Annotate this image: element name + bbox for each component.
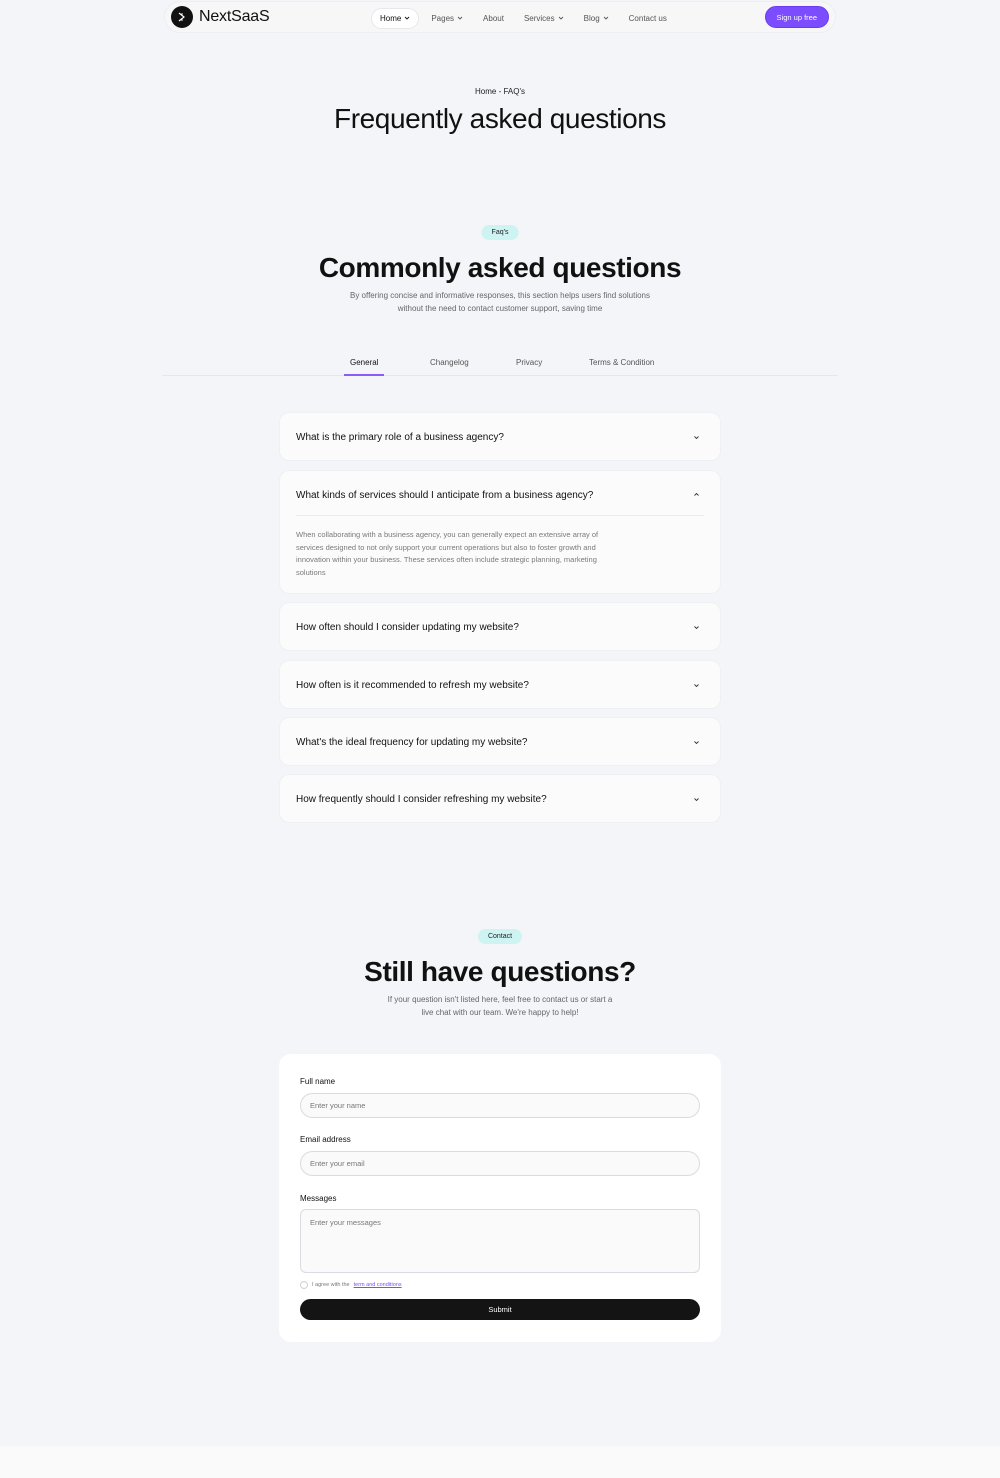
logo-icon bbox=[171, 6, 193, 28]
chevron-down-icon[interactable] bbox=[693, 796, 700, 803]
email-input[interactable]: Enter your email bbox=[300, 1151, 700, 1176]
chevron-up-icon[interactable] bbox=[693, 491, 700, 498]
faq-question: What is the primary role of a business a… bbox=[296, 432, 504, 443]
faq-question: What kinds of services should I anticipa… bbox=[296, 490, 594, 501]
brand-logo[interactable]: NextSaaS bbox=[171, 6, 270, 28]
faq-question: What's the ideal frequency for updating … bbox=[296, 737, 528, 748]
faq-section-title: Commonly asked questions bbox=[318, 252, 682, 283]
full-name-label: Full name bbox=[300, 1077, 336, 1086]
chevron-down-icon[interactable] bbox=[693, 434, 700, 441]
nav-item-contact[interactable]: Contact us bbox=[621, 9, 675, 28]
nav-links: Home Pages About Services Blog Contact u… bbox=[371, 2, 679, 34]
breadcrumb[interactable]: Home - FAQ's bbox=[0, 87, 1000, 96]
contact-badge: Contact bbox=[477, 929, 523, 944]
chevron-down-icon bbox=[603, 16, 608, 20]
contact-section-title: Still have questions? bbox=[364, 956, 636, 987]
email-label: Email address bbox=[300, 1135, 351, 1144]
faq-item[interactable]: How frequently should I consider refresh… bbox=[279, 774, 721, 823]
terms-link[interactable]: term and conditions bbox=[354, 1282, 402, 1288]
nav-item-about[interactable]: About bbox=[475, 9, 512, 28]
faq-divider bbox=[296, 515, 704, 516]
faq-section-description: By offering concise and informative resp… bbox=[340, 290, 660, 315]
faq-question: How often should I consider updating my … bbox=[296, 622, 519, 633]
nav-item-services[interactable]: Services bbox=[516, 9, 572, 28]
faq-badge: Faq's bbox=[481, 225, 519, 240]
chevron-down-icon[interactable] bbox=[693, 682, 700, 689]
tabs-divider bbox=[162, 375, 838, 376]
tab-changelog[interactable]: Changelog bbox=[430, 358, 469, 367]
nav-item-label: Pages bbox=[431, 13, 455, 23]
active-tab-indicator bbox=[344, 374, 384, 376]
messages-textarea[interactable]: Enter your messages bbox=[300, 1209, 700, 1273]
signup-button[interactable]: Sign up free bbox=[764, 6, 829, 28]
nav-item-label: Home bbox=[380, 13, 402, 23]
top-navbar: NextSaaS Home Pages About Services Blog … bbox=[164, 1, 836, 33]
answer-line: services designed to not only support yo… bbox=[296, 542, 596, 552]
description-line: live chat with our team. We're happy to … bbox=[421, 1007, 579, 1017]
messages-label: Messages bbox=[300, 1194, 337, 1203]
nav-item-label: Contact us bbox=[628, 13, 667, 23]
faq-item-expanded[interactable]: What kinds of services should I anticipa… bbox=[279, 470, 721, 594]
nav-item-label: Blog bbox=[583, 13, 600, 23]
submit-button[interactable]: Submit bbox=[300, 1299, 700, 1320]
description-line: without the need to contact customer sup… bbox=[397, 303, 603, 313]
faq-question: How frequently should I consider refresh… bbox=[296, 794, 547, 805]
answer-line: solutions bbox=[296, 567, 326, 577]
faq-item[interactable]: What's the ideal frequency for updating … bbox=[279, 717, 721, 766]
nav-item-blog[interactable]: Blog bbox=[576, 9, 617, 28]
chevron-down-icon[interactable] bbox=[693, 739, 700, 746]
faq-question: How often is it recommended to refresh m… bbox=[296, 680, 529, 691]
description-line: If your question isn't listed here, feel… bbox=[387, 995, 613, 1004]
nav-item-label: About bbox=[483, 13, 504, 23]
chevron-down-icon bbox=[405, 16, 410, 20]
contact-form: Full name Enter your name Email address … bbox=[279, 1054, 721, 1342]
faq-answer: When collaborating with a business agenc… bbox=[296, 529, 626, 579]
answer-line: When collaborating with a business agenc… bbox=[296, 530, 599, 539]
faq-item[interactable]: What is the primary role of a business a… bbox=[279, 412, 721, 461]
nav-item-label: Services bbox=[523, 13, 555, 23]
tab-privacy[interactable]: Privacy bbox=[516, 358, 542, 367]
nav-item-pages[interactable]: Pages bbox=[423, 9, 471, 28]
faq-item[interactable]: How often should I consider updating my … bbox=[279, 602, 721, 651]
chevron-down-icon bbox=[558, 16, 563, 20]
faq-item[interactable]: How often is it recommended to refresh m… bbox=[279, 660, 721, 709]
terms-agreement: I agree with the term and conditions bbox=[300, 1281, 402, 1289]
footer-band bbox=[0, 1446, 1000, 1478]
chevron-down-icon[interactable] bbox=[693, 624, 700, 631]
description-line: By offering concise and informative resp… bbox=[349, 291, 650, 300]
nav-item-home[interactable]: Home bbox=[371, 7, 420, 29]
contact-section-description: If your question isn't listed here, feel… bbox=[380, 994, 620, 1019]
agree-checkbox[interactable] bbox=[300, 1281, 308, 1289]
tab-general[interactable]: General bbox=[350, 358, 378, 367]
tab-terms-condition[interactable]: Terms & Condition bbox=[589, 358, 654, 367]
brand-name: NextSaaS bbox=[199, 8, 270, 25]
page-title: Frequently asked questions bbox=[333, 103, 667, 134]
chevron-down-icon bbox=[457, 16, 463, 20]
full-name-input[interactable]: Enter your name bbox=[300, 1093, 700, 1118]
answer-line: innovation within your business. These s… bbox=[296, 555, 597, 564]
agree-text: I agree with the bbox=[312, 1282, 350, 1288]
